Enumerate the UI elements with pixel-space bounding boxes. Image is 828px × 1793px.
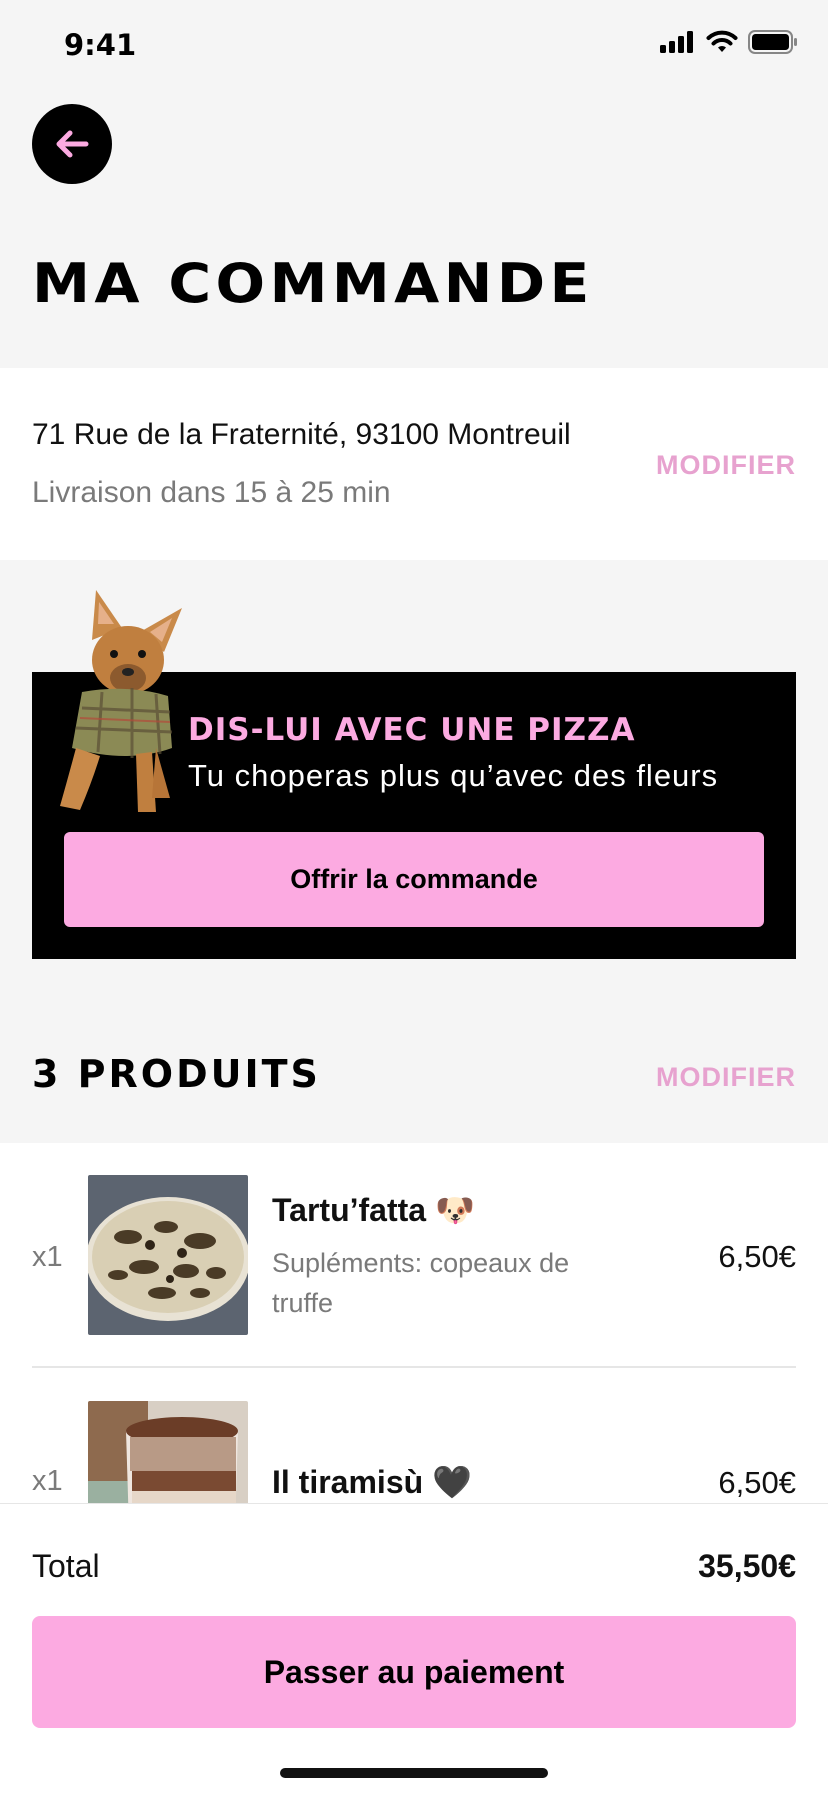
item-description: Supléments: copeaux de truffe	[272, 1248, 570, 1318]
status-time: 9:41	[64, 28, 137, 62]
modify-products-link[interactable]: MODIFIER	[656, 1062, 796, 1093]
checkout-footer: Total 35,50€ Passer au paiement	[0, 1503, 828, 1793]
promo-subtitle: Tu choperas plus qu’avec des fleurs	[188, 758, 719, 793]
modify-address-link[interactable]: MODIFIER	[656, 450, 796, 481]
pizza-thumbnail	[88, 1175, 248, 1335]
gift-order-button[interactable]: Offrir la commande	[64, 832, 764, 927]
signal-icon	[660, 31, 693, 53]
total-label: Total	[32, 1548, 100, 1584]
status-icons	[660, 30, 798, 54]
delivery-address: 71 Rue de la Fraternité, 93100 Montreuil	[32, 418, 571, 451]
wifi-icon	[706, 30, 738, 52]
item-price: 6,50€	[718, 1239, 796, 1274]
promo-title: DIS-LUI AVEC UNE PIZZA	[188, 712, 636, 748]
delivery-eta: Livraison dans 15 à 25 min	[32, 476, 391, 509]
item-quantity: x1	[32, 1241, 63, 1273]
item-name: Tartu’fatta 🐶	[272, 1192, 475, 1228]
total-value: 35,50€	[698, 1548, 796, 1584]
item-name: Il tiramisù 🖤	[272, 1464, 472, 1500]
tiramisu-thumbnail	[88, 1401, 248, 1503]
item-divider	[32, 1366, 796, 1368]
item-price: 6,50€	[718, 1465, 796, 1500]
products-list: x1 Tartu’fatta 🐶 Supléments: copeaux de …	[0, 1143, 828, 1503]
products-count-title: 3 PRODUITS	[32, 1052, 321, 1096]
home-indicator	[280, 1768, 548, 1778]
delivery-panel: 71 Rue de la Fraternité, 93100 Montreuil…	[0, 368, 828, 560]
dog-illustration	[60, 590, 182, 812]
back-button[interactable]	[32, 104, 112, 184]
page-title: MA COMMANDE	[32, 252, 594, 315]
back-arrow-icon	[56, 130, 89, 158]
battery-icon	[748, 30, 797, 54]
item-quantity: x1	[32, 1465, 63, 1497]
checkout-button[interactable]: Passer au paiement	[32, 1616, 796, 1728]
